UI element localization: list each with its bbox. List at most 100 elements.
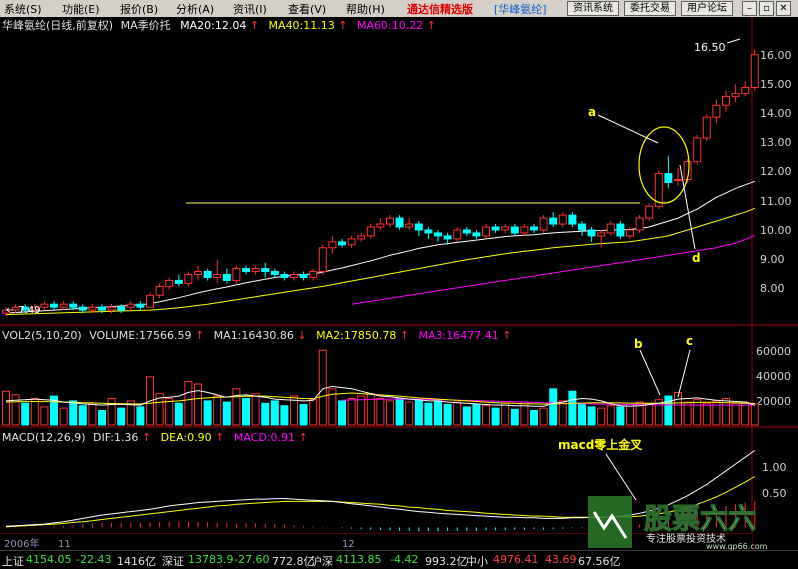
candle-body — [462, 229, 471, 234]
zx-value: 4976.41 — [493, 553, 539, 566]
forum-button[interactable]: 用户论坛 — [681, 1, 733, 16]
volume-value: VOLUME:17566.59 — [89, 329, 191, 342]
candle-body — [357, 235, 366, 240]
menu-help[interactable]: 帮助(H) — [346, 1, 385, 17]
volume-bar — [117, 407, 126, 426]
volume-bar — [21, 402, 30, 426]
menu-quote[interactable]: 报价(B) — [120, 1, 158, 17]
volume-bar — [318, 349, 327, 426]
stock-name: 华峰氨纶(日线,前复权) — [2, 18, 113, 32]
volume-bar — [78, 405, 87, 426]
candle-body — [88, 306, 97, 311]
candle-body — [510, 226, 519, 234]
candle-body — [290, 274, 298, 278]
volume-y-axis: 60000 40000 20000 — [756, 345, 791, 408]
candle-body — [405, 223, 414, 228]
candle-body — [587, 229, 596, 237]
restore-icon[interactable]: ▫ — [759, 1, 774, 16]
candle-body — [59, 303, 68, 308]
candle-body — [434, 232, 442, 237]
ma40-value: MA40:11.13 — [269, 19, 335, 32]
volume-bar — [530, 410, 538, 426]
status-bar: 上证 4154.05 -22.43 1416亿 深证 13783.9 -27.6… — [0, 550, 798, 569]
candle-body — [107, 306, 116, 311]
volume-bar — [443, 404, 452, 426]
volume-bar — [683, 401, 692, 426]
volume-bar — [712, 400, 721, 426]
volume-bar — [568, 390, 577, 426]
trade-button[interactable]: 委托交易 — [624, 1, 676, 16]
volume-bar — [386, 400, 394, 426]
candle-body — [674, 179, 682, 181]
candle-body — [69, 303, 78, 308]
minimize-icon[interactable]: – — [742, 1, 757, 16]
app-title: 通达信精选版 — [407, 3, 473, 16]
x-label: 12 — [342, 539, 355, 550]
volume-header: VOL2(5,10,20) VOLUME:17566.59 ↑ MA1:1643… — [2, 329, 511, 342]
candle-body — [78, 306, 87, 311]
volume-bar — [2, 390, 10, 426]
volume-tick: 60000 — [756, 345, 791, 358]
volume-bar — [731, 402, 740, 426]
volume-bar — [88, 402, 97, 426]
candle-body — [338, 241, 346, 246]
candle-body — [126, 303, 135, 308]
menu-function[interactable]: 功能(E) — [62, 1, 100, 17]
candle-body — [50, 303, 58, 308]
watermark-url: www.gp66.com — [706, 542, 768, 550]
volume-bar — [626, 404, 634, 426]
zx-label: 中小 — [466, 555, 488, 568]
candle-body — [443, 235, 452, 240]
candle-body — [184, 274, 193, 284]
menu-analysis[interactable]: 分析(A) — [176, 1, 214, 17]
close-icon[interactable]: ✕ — [776, 1, 791, 16]
macd-tick: 1.00 — [762, 461, 787, 474]
candle-body — [741, 86, 750, 94]
watermark-logo: 股票六六 专注股票投资技术 www.gp66.com — [588, 496, 768, 550]
volume-bar — [462, 406, 471, 426]
candle-body — [165, 279, 174, 287]
volume-bar — [491, 407, 500, 426]
high-price-label: 16.50 — [694, 41, 726, 54]
annotation-b: b — [634, 337, 643, 351]
candle-body — [117, 306, 126, 311]
volume-bar — [98, 410, 106, 426]
menu-system[interactable]: 系统(S) — [4, 1, 42, 17]
kline-chart-area[interactable]: 华峰氨纶(日线,前复权) MA季价托 MA20:12.04 ↑ MA40:11.… — [0, 17, 798, 550]
menu-view[interactable]: 查看(V) — [288, 1, 326, 17]
sz-change: -27.60 — [234, 553, 270, 566]
price-header: 华峰氨纶(日线,前复权) MA季价托 MA20:12.04 ↑ MA40:11.… — [2, 18, 436, 32]
info-system-button[interactable]: 资讯系统 — [567, 1, 619, 16]
menu-info[interactable]: 资讯(I) — [233, 1, 267, 17]
volume-bar — [299, 404, 308, 426]
price-tick: 16.00 — [760, 49, 792, 62]
candle-body — [395, 217, 404, 228]
vol-ma3-value: MA3:16477.41 — [419, 329, 499, 342]
annotation-c: c — [686, 334, 693, 348]
x-label: 2006年 — [4, 537, 39, 550]
candle-body — [232, 268, 241, 281]
volume-bar — [69, 400, 78, 426]
volume-bar — [222, 401, 231, 426]
price-tick: 15.00 — [760, 78, 792, 91]
x-label: 11 — [58, 539, 71, 550]
candle-body — [299, 274, 308, 278]
menu-bar: 系统(S) 功能(E) 报价(B) 分析(A) 资讯(I) 查看(V) 帮助(H… — [0, 0, 798, 17]
candle-body — [318, 247, 327, 273]
candle-body — [414, 223, 423, 231]
volume-bar — [107, 397, 116, 426]
volume-bar — [674, 391, 682, 426]
candle-body — [98, 306, 106, 311]
volume-bar — [501, 402, 510, 426]
volume-bar — [606, 405, 615, 426]
volume-bar — [251, 393, 260, 426]
candle-body — [40, 303, 49, 308]
candle-body — [146, 294, 154, 308]
volume-bar — [414, 399, 423, 426]
volume-bar — [338, 400, 346, 426]
volume-bar — [174, 402, 183, 426]
candle-body — [251, 268, 260, 273]
macd-value: MACD:0.91 — [234, 431, 295, 444]
vol-indicator-name: VOL2(5,10,20) — [2, 329, 82, 342]
volume-bar — [587, 406, 596, 426]
